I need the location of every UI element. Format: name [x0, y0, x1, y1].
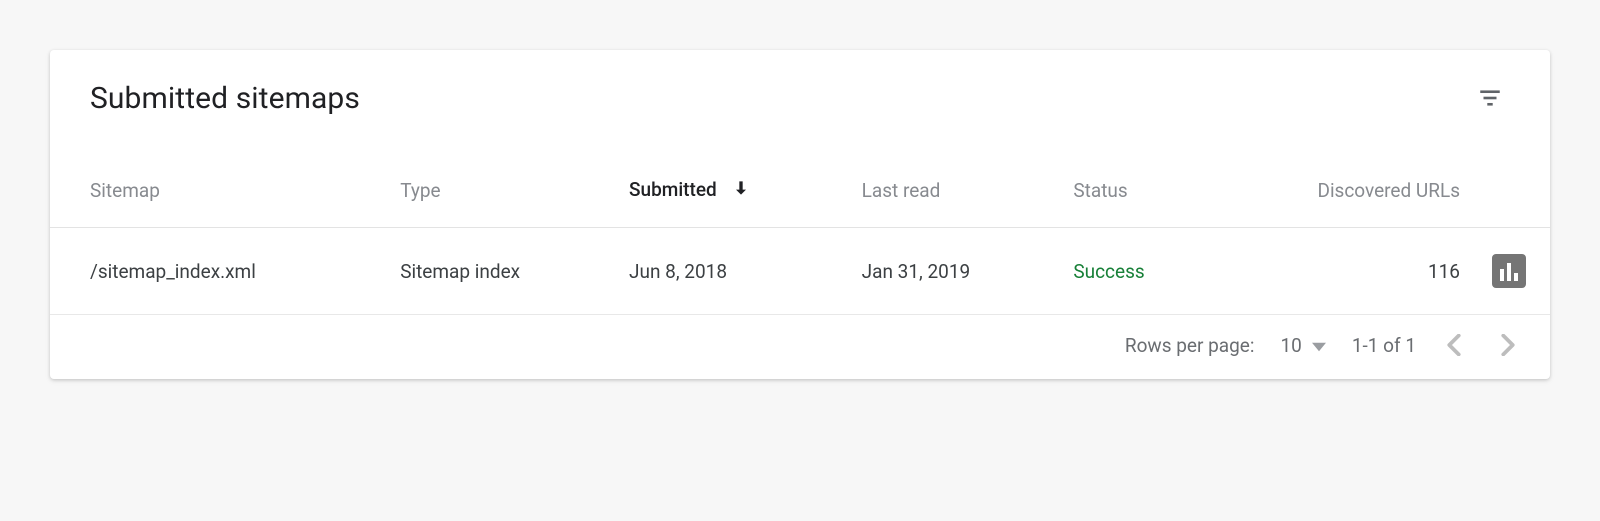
cell-status: Success	[1057, 228, 1213, 315]
col-discovered[interactable]: Discovered URLs	[1213, 158, 1476, 228]
col-type[interactable]: Type	[384, 158, 613, 228]
col-last-read[interactable]: Last read	[846, 158, 1058, 228]
cell-sitemap: /sitemap_index.xml	[50, 228, 384, 315]
sitemaps-table: Sitemap Type Submitted Last read Status …	[50, 158, 1550, 315]
bar-chart-icon[interactable]	[1492, 254, 1526, 288]
table-row[interactable]: /sitemap_index.xml Sitemap index Jun 8, …	[50, 228, 1550, 315]
rows-per-page-select[interactable]: 10	[1280, 334, 1325, 357]
cell-submitted: Jun 8, 2018	[613, 228, 846, 315]
col-sitemap[interactable]: Sitemap	[50, 158, 384, 228]
sort-desc-icon	[731, 178, 751, 203]
rows-value: 10	[1280, 334, 1301, 357]
rows-per-page-label: Rows per page:	[1125, 334, 1255, 357]
col-status[interactable]: Status	[1057, 158, 1213, 228]
prev-page-button[interactable]	[1442, 333, 1466, 357]
pagination: Rows per page: 10 1-1 of 1	[50, 315, 1550, 379]
card-title: Submitted sitemaps	[90, 81, 360, 116]
page-range: 1-1 of 1	[1352, 334, 1416, 357]
cell-type: Sitemap index	[384, 228, 613, 315]
col-actions	[1476, 158, 1550, 228]
card-header: Submitted sitemaps	[50, 50, 1550, 158]
next-page-button[interactable]	[1496, 333, 1520, 357]
sitemaps-card: Submitted sitemaps Sitemap Type Submitte…	[50, 50, 1550, 379]
col-submitted[interactable]: Submitted	[613, 158, 846, 228]
dropdown-icon	[1312, 334, 1326, 357]
cell-last-read: Jan 31, 2019	[846, 228, 1058, 315]
filter-icon[interactable]	[1470, 78, 1510, 118]
cell-discovered: 116	[1213, 228, 1476, 315]
